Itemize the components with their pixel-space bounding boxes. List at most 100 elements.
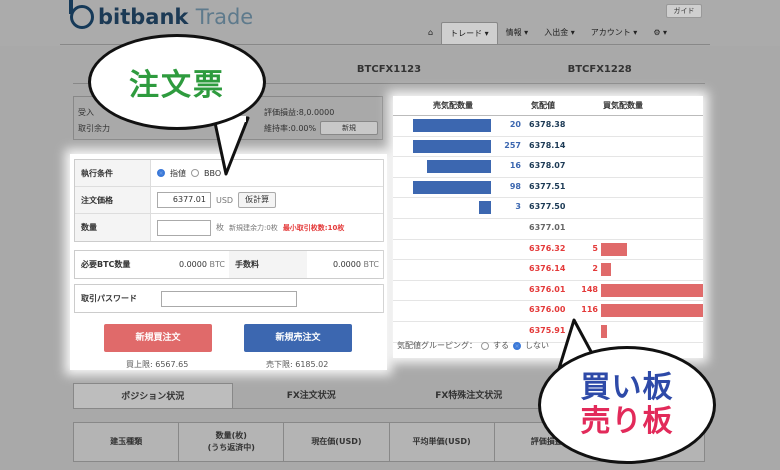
sell-lower-limit: 売下限: 6185.02 — [266, 360, 329, 369]
sell-qty: 98 — [509, 181, 521, 191]
book-price[interactable]: 6376.01 — [529, 285, 565, 294]
price-header: 気配値 — [531, 101, 555, 110]
col-current-price: 現在価(USD) — [284, 423, 390, 461]
tab-btcfx1123[interactable]: BTCFX1123 — [284, 56, 495, 83]
bitbank-logo-icon — [69, 0, 94, 29]
buy-depth-bar — [601, 242, 627, 256]
new-sell-order-button[interactable]: 新規売注文 — [244, 324, 352, 352]
qty-row: 数量 枚 新規建余力:0枚 最小取引枚数:10枚 — [75, 214, 383, 241]
book-price[interactable]: 6376.14 — [529, 264, 565, 273]
buy-depth-bar — [601, 283, 703, 297]
brand-name: bitbank Trade — [98, 5, 254, 29]
order-book-row[interactable]: 6377.01 — [393, 219, 703, 240]
btc-required-label: 必要BTC数量 — [81, 260, 131, 269]
book-callout: 買い板 売り板 — [538, 346, 716, 464]
order-book-row[interactable]: 20 6378.38 — [393, 116, 703, 137]
buy-board-text: 買い板 — [580, 370, 674, 405]
book-price[interactable]: 6376.32 — [529, 244, 565, 253]
nav-trade[interactable]: トレード ▾ — [441, 22, 498, 44]
book-price[interactable]: 6377.01 — [529, 223, 565, 232]
book-price[interactable]: 6378.07 — [529, 161, 565, 170]
qty-available: 新規建余力:0枚 — [229, 223, 278, 232]
new-button[interactable]: 新規 — [320, 121, 378, 135]
buy-depth-bar — [601, 304, 703, 318]
sell-depth-bar — [413, 139, 491, 153]
order-book-row[interactable]: 6376.00 116 — [393, 301, 703, 322]
tab-fx-special-orders[interactable]: FX特殊注文状況 — [390, 383, 548, 408]
status-pnl: 評価損益:8,0.0000 — [264, 108, 335, 117]
order-book-row[interactable]: 3 6377.50 — [393, 198, 703, 219]
guide-button[interactable]: ガイド — [666, 4, 702, 18]
grouping-on-label[interactable]: する — [493, 340, 509, 351]
order-book-row[interactable]: 6376.01 148 — [393, 281, 703, 302]
price-row: 注文価格 6377.01 USD 仮計算 — [75, 187, 383, 214]
book-price[interactable]: 6378.38 — [529, 120, 565, 129]
buy-qty: 2 — [592, 264, 598, 274]
home-icon[interactable]: ⌂ — [420, 22, 441, 44]
sell-depth-bar — [479, 201, 491, 215]
buy-depth-bar — [601, 263, 611, 277]
main-nav: ⌂ トレード ▾ 情報 ▾ 入出金 ▾ アカウント ▾ ⚙ ▾ — [420, 20, 675, 44]
order-book-row[interactable]: 6376.32 5 — [393, 240, 703, 261]
new-buy-order-button[interactable]: 新規買注文 — [104, 324, 212, 352]
book-price[interactable]: 6377.51 — [529, 182, 565, 191]
settings-gear-icon[interactable]: ⚙ ▾ — [645, 22, 675, 44]
price-label: 注文価格 — [75, 187, 151, 213]
qty-input[interactable] — [157, 219, 211, 236]
price-input[interactable]: 6377.01 — [157, 192, 211, 208]
sell-depth-bar — [413, 119, 491, 132]
requirement-row: 必要BTC数量 0.0000 BTC 手数料 0.0000 BTC — [74, 250, 384, 279]
sell-qty-header: 売気配数量 — [433, 101, 473, 110]
tab-positions[interactable]: ポジション状況 — [73, 383, 233, 408]
buy-qty: 5 — [592, 243, 598, 253]
buy-qty: 116 — [581, 305, 598, 315]
password-label: 取引パスワード — [81, 294, 137, 303]
book-price[interactable]: 6376.00 — [529, 305, 565, 314]
book-price[interactable]: 6377.50 — [529, 202, 565, 211]
book-price[interactable]: 6378.14 — [529, 141, 565, 150]
tab-fx-orders[interactable]: FX注文状況 — [233, 383, 391, 408]
radio-bbo[interactable] — [191, 169, 199, 177]
sell-depth-bar — [427, 160, 491, 174]
col-position-type: 建玉種類 — [74, 423, 180, 461]
col-quantity: 数量(枚) (うち返済中) — [179, 423, 285, 461]
nav-info[interactable]: 情報 ▾ — [498, 22, 537, 44]
nav-account[interactable]: アカウント ▾ — [583, 22, 646, 44]
order-book: 売気配数量 気配値 買気配数量 20 6378.38 257 6378.14 16 637… — [393, 96, 703, 358]
radio-limit[interactable] — [157, 169, 165, 177]
exec-condition-label: 執行条件 — [75, 160, 151, 186]
fee-label: 手数料 — [229, 251, 307, 278]
nav-deposit[interactable]: 入出金 ▾ — [536, 22, 583, 44]
order-book-rows: 20 6378.38 257 6378.14 16 6378.07 98 6377.51 3 63… — [393, 116, 703, 343]
grouping-off-label[interactable]: しない — [525, 340, 549, 351]
password-row: 取引パスワード — [74, 284, 384, 313]
order-book-row[interactable]: 6376.14 2 — [393, 260, 703, 281]
status-receipt: 受入 — [78, 108, 94, 117]
order-book-row[interactable]: 98 6377.51 — [393, 178, 703, 199]
sell-depth-bar — [413, 180, 491, 194]
grouping-control: 気配値グルーピング： する しない — [397, 340, 549, 351]
calc-button[interactable]: 仮計算 — [238, 192, 277, 208]
sell-board-text: 売り板 — [580, 404, 674, 439]
logo[interactable]: bitbank Trade — [69, 0, 254, 29]
order-ticket: 執行条件 指値 BBO 注文価格 6377.01 USD 仮計算 数量 枚 新規… — [70, 154, 387, 370]
order-book-row[interactable]: 257 6378.14 — [393, 137, 703, 158]
password-input[interactable] — [161, 290, 297, 307]
qty-unit: 枚 — [216, 223, 224, 232]
buy-qty: 148 — [581, 284, 598, 294]
tab-btcfx1228[interactable]: BTCFX1228 — [494, 56, 705, 83]
grouping-on-radio[interactable] — [481, 341, 489, 350]
qty-minimum: 最小取引枚数:10枚 — [282, 223, 345, 232]
grouping-label: 気配値グルーピング： — [397, 341, 477, 350]
fee-value: 0.0000 BTC — [332, 260, 379, 269]
sell-qty: 16 — [509, 161, 521, 171]
col-average-price: 平均単価(USD) — [390, 423, 495, 461]
ticket-callout-tail — [212, 116, 250, 176]
buy-qty-header: 買気配数量 — [603, 101, 643, 110]
grouping-off-radio[interactable] — [513, 341, 521, 350]
sell-qty: 20 — [509, 120, 521, 129]
order-book-row[interactable]: 16 6378.07 — [393, 157, 703, 178]
sell-qty: 257 — [504, 140, 521, 150]
radio-limit-label[interactable]: 指値 — [170, 168, 186, 179]
btc-required-value: 0.0000 BTC — [178, 260, 225, 269]
